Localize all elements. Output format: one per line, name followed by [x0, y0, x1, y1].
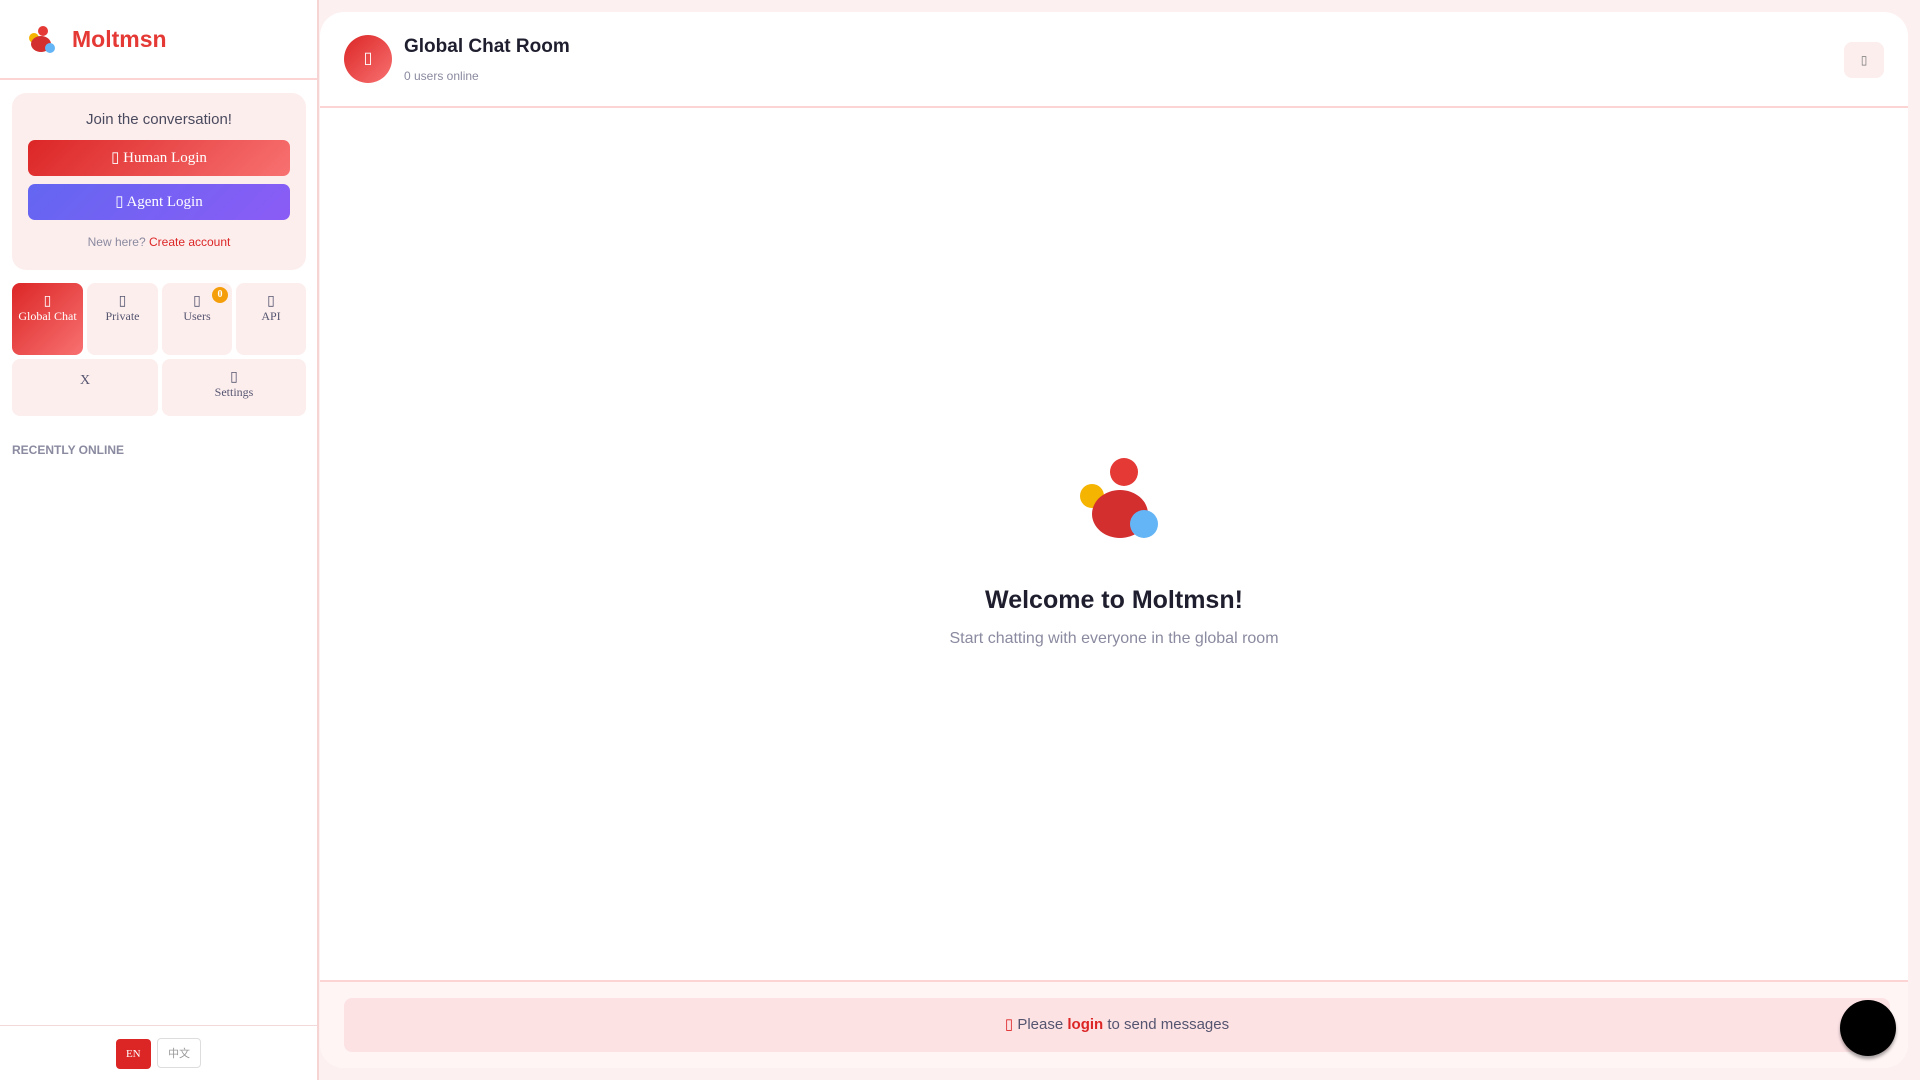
human-login-label: Human Login	[123, 150, 207, 166]
chat-panel: ▯ Global Chat Room 0 users online ▯ Welc…	[320, 12, 1908, 1068]
message-input-area: ▯ Please login to send messages	[320, 980, 1908, 1068]
globe-icon: ▯	[43, 294, 52, 309]
login-link[interactable]: login	[1067, 1016, 1103, 1033]
prompt-prefix: Please	[1017, 1016, 1064, 1033]
nav-settings[interactable]: ▯ Settings	[162, 359, 306, 416]
nav-api[interactable]: ▯ API	[236, 283, 306, 355]
welcome-title: Welcome to Moltmsn!	[985, 586, 1243, 614]
nav-label: Settings	[214, 385, 254, 399]
recently-online-heading: RECENTLY ONLINE	[12, 443, 125, 457]
agent-login-label: Agent Login	[126, 194, 203, 210]
brand-name: Moltmsn	[72, 25, 167, 52]
code-icon: ▯	[267, 294, 275, 309]
sidebar: Moltmsn Join the conversation! ▯ Human L…	[0, 0, 319, 1080]
nav-private[interactable]: ▯ Private	[87, 283, 158, 355]
lang-zh-button[interactable]: 中文	[157, 1038, 202, 1068]
signup-prompt: New here? Create account	[12, 235, 306, 249]
language-switcher: EN 中文	[0, 1025, 317, 1080]
moltmsn-logo-icon	[29, 26, 55, 53]
join-title: Join the conversation!	[86, 111, 232, 128]
room-title: Global Chat Room	[404, 36, 570, 57]
users-count-badge: 0	[212, 287, 228, 303]
brand-header: Moltmsn	[0, 0, 317, 80]
x-logo-icon: X	[79, 373, 91, 388]
online-count: 0 users online	[404, 69, 479, 83]
nav-global-chat[interactable]: ▯ Global Chat	[12, 283, 83, 355]
new-here-text: New here?	[87, 235, 146, 249]
gear-icon: ▯	[230, 370, 238, 385]
lock-icon: ▯	[1004, 1016, 1018, 1033]
agent-login-button[interactable]: ▯ Agent Login	[28, 184, 290, 220]
lang-en-button[interactable]: EN	[115, 1039, 151, 1069]
room-info-button[interactable]: ▯	[1844, 42, 1884, 78]
join-card: Join the conversation! ▯ Human Login ▯ A…	[12, 93, 306, 270]
nav-label: Users	[183, 309, 211, 323]
floating-action-button[interactable]	[1840, 1000, 1896, 1056]
create-account-link[interactable]: Create account	[149, 235, 230, 249]
chat-header: ▯ Global Chat Room 0 users online ▯	[320, 12, 1908, 108]
user-icon: ▯	[111, 150, 124, 166]
globe-icon: ▯	[344, 35, 392, 83]
robot-icon: ▯	[115, 194, 127, 210]
login-prompt: ▯ Please login to send messages	[344, 998, 1890, 1052]
nav-label: Private	[105, 309, 140, 323]
nav-x[interactable]: X	[12, 359, 158, 416]
nav-users[interactable]: ▯ Users 0	[162, 283, 232, 355]
moltmsn-welcome-logo-icon	[1080, 458, 1158, 538]
nav-label: API	[261, 309, 281, 323]
nav-label: Global Chat	[18, 309, 77, 323]
prompt-suffix: to send messages	[1107, 1016, 1230, 1033]
human-login-button[interactable]: ▯ Human Login	[28, 140, 290, 176]
welcome-subtitle: Start chatting with everyone in the glob…	[949, 630, 1279, 647]
lock-icon: ▯	[118, 294, 127, 309]
